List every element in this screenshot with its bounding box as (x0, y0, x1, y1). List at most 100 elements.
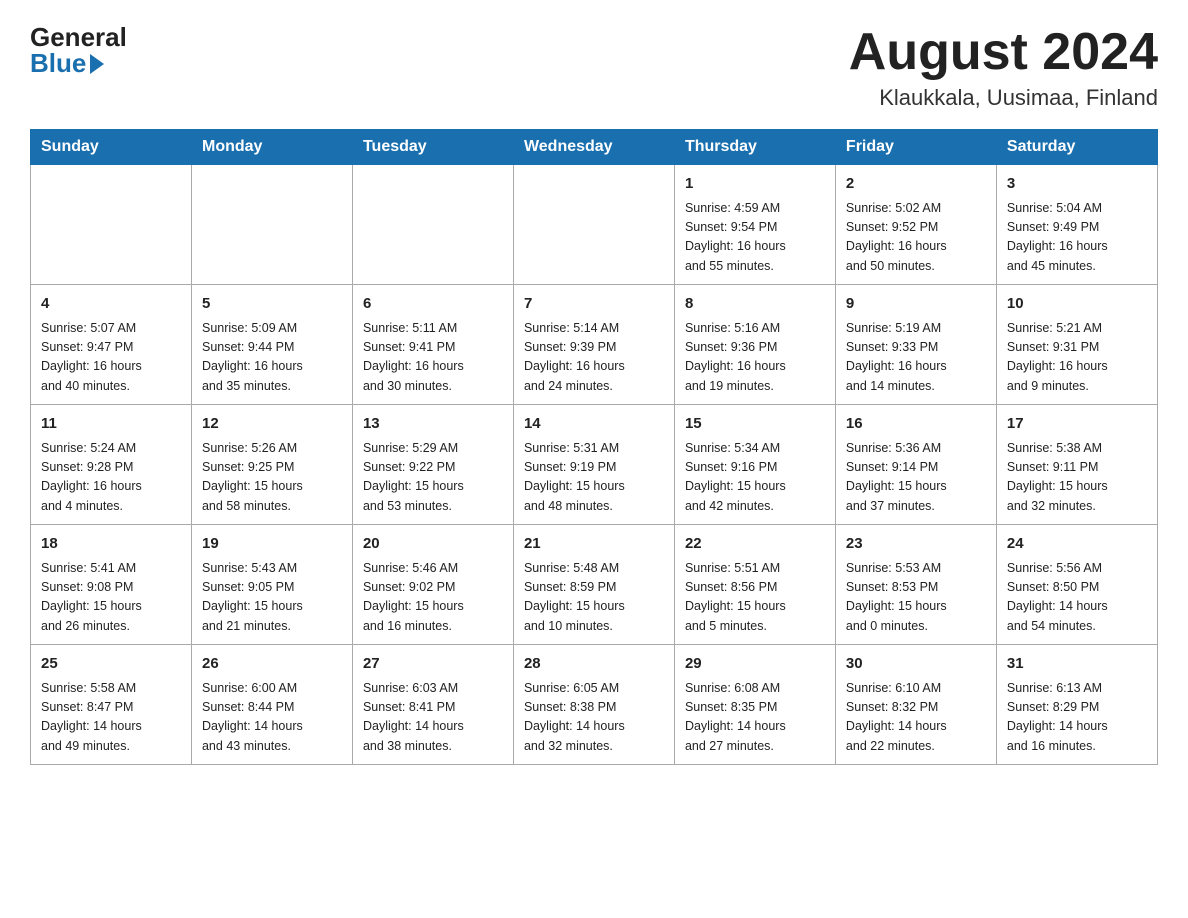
day-info: Sunrise: 5:07 AM Sunset: 9:47 PM Dayligh… (41, 319, 181, 397)
day-number: 31 (1007, 653, 1147, 676)
weekday-header-row: SundayMondayTuesdayWednesdayThursdayFrid… (31, 130, 1158, 165)
day-number: 14 (524, 413, 664, 436)
weekday-header-saturday: Saturday (996, 130, 1157, 165)
calendar-cell: 5 Sunrise: 5:09 AM Sunset: 9:44 PM Daylig… (191, 285, 352, 405)
calendar-cell: 18 Sunrise: 5:41 AM Sunset: 9:08 PM Dayli… (31, 525, 192, 645)
calendar-cell: 12 Sunrise: 5:26 AM Sunset: 9:25 PM Dayli… (191, 405, 352, 525)
week-row-3: 11 Sunrise: 5:24 AM Sunset: 9:28 PM Dayli… (31, 405, 1158, 525)
calendar-cell: 11 Sunrise: 5:24 AM Sunset: 9:28 PM Dayli… (31, 405, 192, 525)
calendar-cell: 25 Sunrise: 5:58 AM Sunset: 8:47 PM Dayli… (31, 645, 192, 765)
logo-blue-row: Blue (30, 50, 104, 76)
calendar-cell: 9 Sunrise: 5:19 AM Sunset: 9:33 PM Daylig… (835, 285, 996, 405)
day-info: Sunrise: 6:08 AM Sunset: 8:35 PM Dayligh… (685, 679, 825, 757)
day-number: 24 (1007, 533, 1147, 556)
day-number: 5 (202, 293, 342, 316)
day-info: Sunrise: 5:41 AM Sunset: 9:08 PM Dayligh… (41, 559, 181, 637)
calendar-cell: 14 Sunrise: 5:31 AM Sunset: 9:19 PM Dayli… (513, 405, 674, 525)
logo-blue-text: Blue (30, 50, 86, 76)
calendar-cell (31, 165, 192, 285)
calendar-cell: 10 Sunrise: 5:21 AM Sunset: 9:31 PM Dayli… (996, 285, 1157, 405)
calendar-cell: 16 Sunrise: 5:36 AM Sunset: 9:14 PM Dayli… (835, 405, 996, 525)
day-number: 2 (846, 173, 986, 196)
day-info: Sunrise: 5:34 AM Sunset: 9:16 PM Dayligh… (685, 439, 825, 517)
day-number: 25 (41, 653, 181, 676)
day-info: Sunrise: 5:09 AM Sunset: 9:44 PM Dayligh… (202, 319, 342, 397)
day-info: Sunrise: 5:31 AM Sunset: 9:19 PM Dayligh… (524, 439, 664, 517)
day-info: Sunrise: 5:19 AM Sunset: 9:33 PM Dayligh… (846, 319, 986, 397)
calendar-cell: 27 Sunrise: 6:03 AM Sunset: 8:41 PM Dayli… (352, 645, 513, 765)
calendar-cell: 6Sunrise: 5:11 AM Sunset: 9:41 PM Daylig… (352, 285, 513, 405)
logo: General Blue (30, 24, 127, 76)
day-info: Sunrise: 4:59 AM Sunset: 9:54 PM Dayligh… (685, 199, 825, 277)
day-number: 7 (524, 293, 664, 316)
calendar-cell (191, 165, 352, 285)
day-number: 21 (524, 533, 664, 556)
day-number: 8 (685, 293, 825, 316)
day-info: Sunrise: 5:48 AM Sunset: 8:59 PM Dayligh… (524, 559, 664, 637)
day-info: Sunrise: 6:10 AM Sunset: 8:32 PM Dayligh… (846, 679, 986, 757)
calendar-cell: 22Sunrise: 5:51 AM Sunset: 8:56 PM Dayli… (674, 525, 835, 645)
calendar-cell: 26Sunrise: 6:00 AM Sunset: 8:44 PM Dayli… (191, 645, 352, 765)
day-number: 11 (41, 413, 181, 436)
day-info: Sunrise: 5:36 AM Sunset: 9:14 PM Dayligh… (846, 439, 986, 517)
day-info: Sunrise: 5:58 AM Sunset: 8:47 PM Dayligh… (41, 679, 181, 757)
day-info: Sunrise: 5:16 AM Sunset: 9:36 PM Dayligh… (685, 319, 825, 397)
day-number: 18 (41, 533, 181, 556)
calendar-cell: 1 Sunrise: 4:59 AM Sunset: 9:54 PM Daylig… (674, 165, 835, 285)
day-number: 27 (363, 653, 503, 676)
day-number: 30 (846, 653, 986, 676)
calendar-cell (513, 165, 674, 285)
day-number: 4 (41, 293, 181, 316)
weekday-header-monday: Monday (191, 130, 352, 165)
day-info: Sunrise: 5:26 AM Sunset: 9:25 PM Dayligh… (202, 439, 342, 517)
day-number: 12 (202, 413, 342, 436)
day-info: Sunrise: 5:51 AM Sunset: 8:56 PM Dayligh… (685, 559, 825, 637)
day-number: 16 (846, 413, 986, 436)
month-title: August 2024 (849, 24, 1158, 81)
day-number: 20 (363, 533, 503, 556)
day-info: Sunrise: 6:13 AM Sunset: 8:29 PM Dayligh… (1007, 679, 1147, 757)
calendar-table: SundayMondayTuesdayWednesdayThursdayFrid… (30, 129, 1158, 765)
calendar-cell: 28 Sunrise: 6:05 AM Sunset: 8:38 PM Dayli… (513, 645, 674, 765)
day-number: 3 (1007, 173, 1147, 196)
day-number: 19 (202, 533, 342, 556)
day-info: Sunrise: 5:04 AM Sunset: 9:49 PM Dayligh… (1007, 199, 1147, 277)
weekday-header-tuesday: Tuesday (352, 130, 513, 165)
day-info: Sunrise: 5:46 AM Sunset: 9:02 PM Dayligh… (363, 559, 503, 637)
day-info: Sunrise: 5:14 AM Sunset: 9:39 PM Dayligh… (524, 319, 664, 397)
day-number: 23 (846, 533, 986, 556)
day-number: 6 (363, 293, 503, 316)
calendar-cell: 30 Sunrise: 6:10 AM Sunset: 8:32 PM Dayli… (835, 645, 996, 765)
calendar-cell: 15Sunrise: 5:34 AM Sunset: 9:16 PM Dayli… (674, 405, 835, 525)
day-number: 13 (363, 413, 503, 436)
day-info: Sunrise: 5:24 AM Sunset: 9:28 PM Dayligh… (41, 439, 181, 517)
calendar-cell: 17Sunrise: 5:38 AM Sunset: 9:11 PM Dayli… (996, 405, 1157, 525)
calendar-cell: 13 Sunrise: 5:29 AM Sunset: 9:22 PM Dayli… (352, 405, 513, 525)
week-row-2: 4 Sunrise: 5:07 AM Sunset: 9:47 PM Daylig… (31, 285, 1158, 405)
day-info: Sunrise: 5:53 AM Sunset: 8:53 PM Dayligh… (846, 559, 986, 637)
calendar-cell: 20 Sunrise: 5:46 AM Sunset: 9:02 PM Dayli… (352, 525, 513, 645)
day-info: Sunrise: 6:05 AM Sunset: 8:38 PM Dayligh… (524, 679, 664, 757)
day-number: 1 (685, 173, 825, 196)
day-info: Sunrise: 5:21 AM Sunset: 9:31 PM Dayligh… (1007, 319, 1147, 397)
calendar-cell: 29 Sunrise: 6:08 AM Sunset: 8:35 PM Dayli… (674, 645, 835, 765)
day-info: Sunrise: 6:00 AM Sunset: 8:44 PM Dayligh… (202, 679, 342, 757)
calendar-cell: 24Sunrise: 5:56 AM Sunset: 8:50 PM Dayli… (996, 525, 1157, 645)
day-number: 9 (846, 293, 986, 316)
week-row-5: 25 Sunrise: 5:58 AM Sunset: 8:47 PM Dayli… (31, 645, 1158, 765)
location-title: Klaukkala, Uusimaa, Finland (849, 85, 1158, 111)
weekday-header-friday: Friday (835, 130, 996, 165)
day-info: Sunrise: 5:43 AM Sunset: 9:05 PM Dayligh… (202, 559, 342, 637)
day-info: Sunrise: 5:29 AM Sunset: 9:22 PM Dayligh… (363, 439, 503, 517)
day-number: 10 (1007, 293, 1147, 316)
calendar-cell: 2 Sunrise: 5:02 AM Sunset: 9:52 PM Daylig… (835, 165, 996, 285)
week-row-4: 18 Sunrise: 5:41 AM Sunset: 9:08 PM Dayli… (31, 525, 1158, 645)
day-number: 28 (524, 653, 664, 676)
calendar-cell: 19 Sunrise: 5:43 AM Sunset: 9:05 PM Dayli… (191, 525, 352, 645)
logo-triangle-icon (90, 54, 104, 74)
weekday-header-thursday: Thursday (674, 130, 835, 165)
title-area: August 2024 Klaukkala, Uusimaa, Finland (849, 24, 1158, 111)
day-number: 29 (685, 653, 825, 676)
day-info: Sunrise: 6:03 AM Sunset: 8:41 PM Dayligh… (363, 679, 503, 757)
day-info: Sunrise: 5:02 AM Sunset: 9:52 PM Dayligh… (846, 199, 986, 277)
